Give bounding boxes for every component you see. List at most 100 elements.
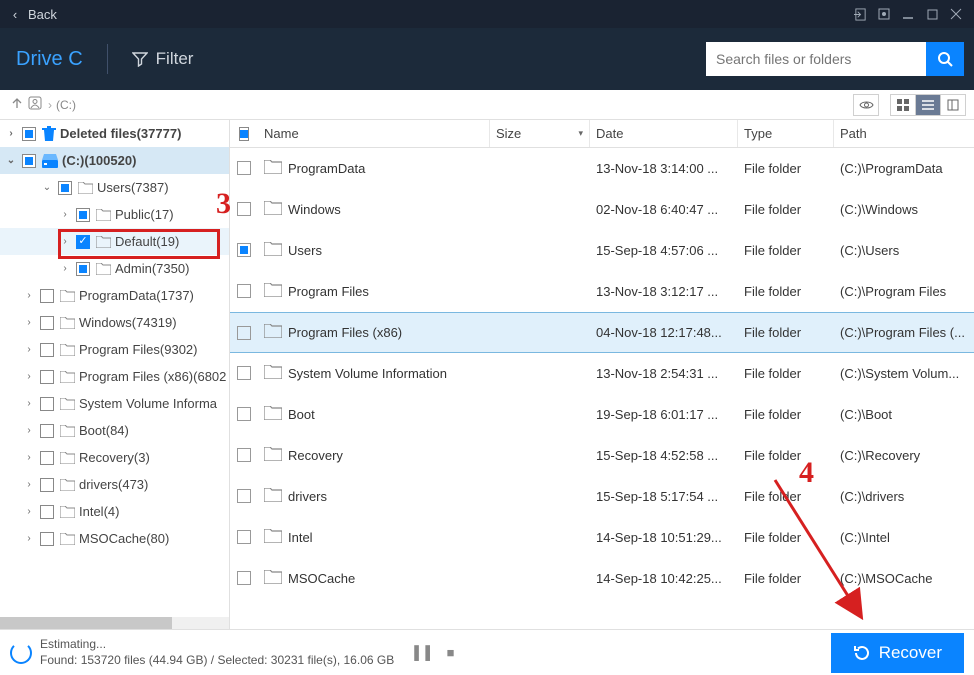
checkbox[interactable]: [76, 208, 90, 222]
file-row[interactable]: Recovery15-Sep-18 4:52:58 ...File folder…: [230, 435, 974, 476]
file-row[interactable]: System Volume Information13-Nov-18 2:54:…: [230, 353, 974, 394]
pause-button[interactable]: ▌▌: [414, 645, 436, 660]
checkbox[interactable]: [40, 451, 54, 465]
tree-item[interactable]: ⌄Users(7387): [0, 174, 229, 201]
row-checkbox[interactable]: [237, 243, 251, 257]
row-checkbox[interactable]: [237, 530, 251, 544]
file-row[interactable]: MSOCache14-Sep-18 10:42:25...File folder…: [230, 558, 974, 599]
column-path[interactable]: Path: [834, 120, 974, 147]
expand-toggle[interactable]: ⌄: [40, 182, 54, 193]
row-checkbox[interactable]: [237, 407, 251, 421]
search-input[interactable]: [706, 42, 926, 76]
file-name: Users: [288, 243, 322, 258]
column-type[interactable]: Type: [738, 120, 834, 147]
row-checkbox[interactable]: [237, 489, 251, 503]
row-checkbox[interactable]: [237, 326, 251, 340]
tree-item[interactable]: ›drivers(473): [0, 471, 229, 498]
expand-toggle[interactable]: ›: [22, 425, 36, 436]
expand-toggle[interactable]: ›: [22, 290, 36, 301]
search-button[interactable]: [926, 42, 964, 76]
tree-drive-root[interactable]: ⌄ (C:)(100520): [0, 147, 229, 174]
tree-item[interactable]: ›ProgramData(1737): [0, 282, 229, 309]
back-button[interactable]: Back: [28, 7, 57, 22]
maximize-icon[interactable]: [920, 2, 944, 26]
breadcrumb-path[interactable]: (C:): [56, 98, 76, 112]
view-grid[interactable]: [890, 94, 916, 116]
expand-toggle[interactable]: ›: [22, 533, 36, 544]
checkbox[interactable]: [58, 181, 72, 195]
expand-toggle[interactable]: ›: [22, 317, 36, 328]
checkbox[interactable]: [40, 316, 54, 330]
file-row[interactable]: Intel14-Sep-18 10:51:29...File folder(C:…: [230, 517, 974, 558]
close-icon[interactable]: [944, 2, 968, 26]
expand-toggle[interactable]: ›: [22, 452, 36, 463]
expand-toggle[interactable]: ›: [58, 209, 72, 220]
tree-deleted-files[interactable]: › Deleted files(37777): [0, 120, 229, 147]
tree-scrollbar[interactable]: [0, 617, 229, 629]
expand-toggle[interactable]: ›: [22, 344, 36, 355]
tree-item[interactable]: ›Program Files (x86)(6802: [0, 363, 229, 390]
column-size[interactable]: Size▾: [490, 120, 590, 147]
user-icon[interactable]: [26, 96, 44, 113]
expand-toggle[interactable]: ›: [22, 479, 36, 490]
checkbox[interactable]: [76, 235, 90, 249]
tree-item[interactable]: ›System Volume Informa: [0, 390, 229, 417]
checkbox[interactable]: [22, 127, 36, 141]
minimize-icon[interactable]: [896, 2, 920, 26]
tree-item[interactable]: ›Public(17): [0, 201, 229, 228]
file-row[interactable]: Program Files (x86)04-Nov-18 12:17:48...…: [230, 312, 974, 353]
tree-item[interactable]: ›Windows(74319): [0, 309, 229, 336]
file-row[interactable]: Boot19-Sep-18 6:01:17 ...File folder(C:)…: [230, 394, 974, 435]
stop-button[interactable]: ■: [447, 645, 455, 660]
preview-toggle[interactable]: [853, 94, 879, 116]
checkbox[interactable]: [22, 154, 36, 168]
checkbox[interactable]: [40, 370, 54, 384]
tree-item[interactable]: ›Admin(7350): [0, 255, 229, 282]
checkbox[interactable]: [40, 478, 54, 492]
checkbox[interactable]: [40, 343, 54, 357]
tree-item[interactable]: ›MSOCache(80): [0, 525, 229, 552]
row-checkbox[interactable]: [237, 161, 251, 175]
tree-label: (C:)(100520): [62, 153, 136, 168]
column-name[interactable]: Name: [258, 120, 490, 147]
row-checkbox[interactable]: [237, 202, 251, 216]
file-row[interactable]: drivers15-Sep-18 5:17:54 ...File folder(…: [230, 476, 974, 517]
expand-toggle[interactable]: ›: [22, 398, 36, 409]
up-arrow-icon[interactable]: [8, 97, 26, 112]
file-name: Program Files: [288, 284, 369, 299]
row-checkbox[interactable]: [237, 284, 251, 298]
tree-item[interactable]: ›Recovery(3): [0, 444, 229, 471]
checkbox[interactable]: [40, 289, 54, 303]
row-checkbox[interactable]: [237, 448, 251, 462]
file-row[interactable]: Windows02-Nov-18 6:40:47 ...File folder(…: [230, 189, 974, 230]
back-arrow-icon[interactable]: ‹: [6, 7, 24, 22]
file-row[interactable]: ProgramData13-Nov-18 3:14:00 ...File fol…: [230, 148, 974, 189]
restore-icon[interactable]: [872, 2, 896, 26]
checkbox[interactable]: [40, 397, 54, 411]
select-all-checkbox[interactable]: [239, 127, 249, 141]
checkbox[interactable]: [40, 424, 54, 438]
expand-toggle[interactable]: ›: [58, 263, 72, 274]
view-details[interactable]: [940, 94, 966, 116]
file-row[interactable]: Program Files13-Nov-18 3:12:17 ...File f…: [230, 271, 974, 312]
folder-icon: [60, 506, 75, 518]
expand-toggle[interactable]: ›: [58, 236, 72, 247]
expand-toggle[interactable]: ›: [22, 371, 36, 382]
row-checkbox[interactable]: [237, 366, 251, 380]
file-row[interactable]: Users15-Sep-18 4:57:06 ...File folder(C:…: [230, 230, 974, 271]
row-checkbox[interactable]: [237, 571, 251, 585]
view-list[interactable]: [915, 94, 941, 116]
tree-item[interactable]: ›Intel(4): [0, 498, 229, 525]
expand-toggle[interactable]: ›: [22, 506, 36, 517]
sign-in-icon[interactable]: [848, 2, 872, 26]
checkbox[interactable]: [40, 505, 54, 519]
tree-item[interactable]: ›Program Files(9302): [0, 336, 229, 363]
column-date[interactable]: Date: [590, 120, 738, 147]
filter-button[interactable]: Filter: [132, 49, 194, 69]
tree-item[interactable]: ›Boot(84): [0, 417, 229, 444]
checkbox[interactable]: [40, 532, 54, 546]
filter-label: Filter: [156, 49, 194, 69]
checkbox[interactable]: [76, 262, 90, 276]
recover-button[interactable]: Recover: [831, 633, 964, 673]
tree-item[interactable]: ›Default(19): [0, 228, 229, 255]
